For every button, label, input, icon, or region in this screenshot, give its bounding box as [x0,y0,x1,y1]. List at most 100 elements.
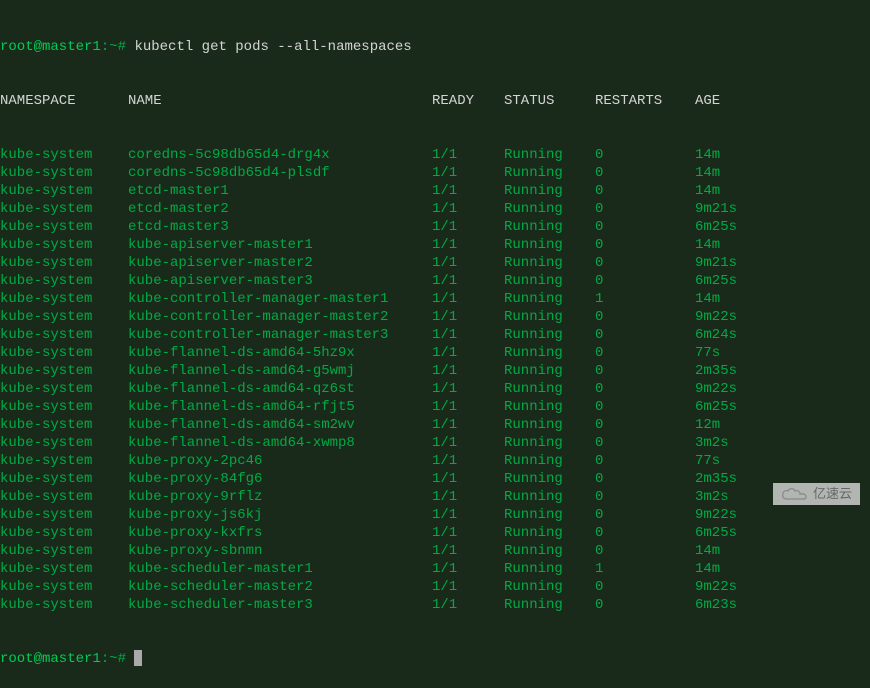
cell-status: Running [504,182,595,200]
cell-name: kube-flannel-ds-amd64-5hz9x [128,344,432,362]
cell-namespace: kube-system [0,434,128,452]
cell-status: Running [504,452,595,470]
cell-status: Running [504,308,595,326]
cell-namespace: kube-system [0,416,128,434]
cell-namespace: kube-system [0,380,128,398]
prompt-next: root@master1:~# [0,650,870,668]
cell-restarts: 0 [595,326,695,344]
cell-ready: 1/1 [432,164,504,182]
prompt-path: ~ [109,651,117,667]
cell-age: 9m22s [695,380,775,398]
cell-age: 9m22s [695,308,775,326]
cell-status: Running [504,254,595,272]
cell-restarts: 0 [595,272,695,290]
cell-restarts: 0 [595,434,695,452]
terminal-output[interactable]: root@master1:~# kubectl get pods --all-n… [0,0,870,688]
cell-ready: 1/1 [432,146,504,164]
cell-status: Running [504,362,595,380]
cell-status: Running [504,416,595,434]
header-ready: READY [432,92,504,110]
cell-restarts: 0 [595,182,695,200]
cell-restarts: 0 [595,200,695,218]
cell-status: Running [504,380,595,398]
cell-ready: 1/1 [432,578,504,596]
table-row: kube-systemkube-flannel-ds-amd64-rfjt51/… [0,398,870,416]
cell-status: Running [504,506,595,524]
cell-status: Running [504,344,595,362]
cloud-icon [781,487,809,501]
header-namespace: NAMESPACE [0,92,128,110]
table-row: kube-systemcoredns-5c98db65d4-drg4x1/1Ru… [0,146,870,164]
table-row: kube-systemkube-controller-manager-maste… [0,308,870,326]
cell-age: 12m [695,416,775,434]
cell-name: kube-apiserver-master3 [128,272,432,290]
table-row: kube-systemkube-flannel-ds-amd64-g5wmj1/… [0,362,870,380]
cell-name: kube-proxy-kxfrs [128,524,432,542]
cell-namespace: kube-system [0,182,128,200]
prompt-user-host: root@master1 [0,651,101,667]
cell-status: Running [504,236,595,254]
cell-restarts: 0 [595,578,695,596]
prompt-line: root@master1:~# kubectl get pods --all-n… [0,38,870,56]
cell-name: kube-proxy-9rflz [128,488,432,506]
prompt-symbol: # [118,39,126,55]
cell-name: kube-scheduler-master3 [128,596,432,614]
cell-namespace: kube-system [0,506,128,524]
table-row: kube-systemkube-apiserver-master21/1Runn… [0,254,870,272]
watermark: 亿速云 [773,483,860,505]
cell-age: 6m24s [695,326,775,344]
cell-namespace: kube-system [0,254,128,272]
cell-namespace: kube-system [0,344,128,362]
header-name: NAME [128,92,432,110]
table-body: kube-systemcoredns-5c98db65d4-drg4x1/1Ru… [0,146,870,614]
table-row: kube-systemkube-scheduler-master11/1Runn… [0,560,870,578]
cell-namespace: kube-system [0,398,128,416]
cell-namespace: kube-system [0,218,128,236]
prompt-user-host: root@master1 [0,39,101,55]
cell-ready: 1/1 [432,182,504,200]
cell-age: 14m [695,182,775,200]
cell-ready: 1/1 [432,290,504,308]
cell-name: coredns-5c98db65d4-plsdf [128,164,432,182]
cell-restarts: 1 [595,290,695,308]
cell-status: Running [504,524,595,542]
cell-age: 77s [695,344,775,362]
table-row: kube-systemkube-scheduler-master31/1Runn… [0,596,870,614]
cell-ready: 1/1 [432,434,504,452]
cell-namespace: kube-system [0,578,128,596]
cell-ready: 1/1 [432,200,504,218]
cell-age: 6m25s [695,218,775,236]
table-row: kube-systemkube-proxy-kxfrs1/1Running06m… [0,524,870,542]
cell-name: kube-scheduler-master1 [128,560,432,578]
cell-restarts: 0 [595,218,695,236]
cell-ready: 1/1 [432,218,504,236]
watermark-text: 亿速云 [813,485,852,503]
cell-age: 6m25s [695,524,775,542]
cell-age: 3m2s [695,488,775,506]
cell-name: kube-controller-manager-master3 [128,326,432,344]
cell-ready: 1/1 [432,236,504,254]
cell-restarts: 0 [595,146,695,164]
cell-restarts: 0 [595,452,695,470]
cell-age: 14m [695,164,775,182]
prompt-path: ~ [109,39,117,55]
cell-restarts: 0 [595,506,695,524]
cell-ready: 1/1 [432,506,504,524]
table-row: kube-systemkube-scheduler-master21/1Runn… [0,578,870,596]
cell-name: etcd-master3 [128,218,432,236]
cell-status: Running [504,290,595,308]
cell-restarts: 0 [595,344,695,362]
cell-age: 14m [695,542,775,560]
cell-age: 9m21s [695,200,775,218]
cell-status: Running [504,218,595,236]
cell-name: kube-proxy-js6kj [128,506,432,524]
cell-restarts: 0 [595,308,695,326]
cell-age: 14m [695,290,775,308]
cell-restarts: 0 [595,362,695,380]
cell-age: 77s [695,452,775,470]
cell-ready: 1/1 [432,362,504,380]
cell-age: 2m35s [695,362,775,380]
cell-status: Running [504,596,595,614]
cursor-icon [134,650,142,666]
cell-name: kube-controller-manager-master2 [128,308,432,326]
